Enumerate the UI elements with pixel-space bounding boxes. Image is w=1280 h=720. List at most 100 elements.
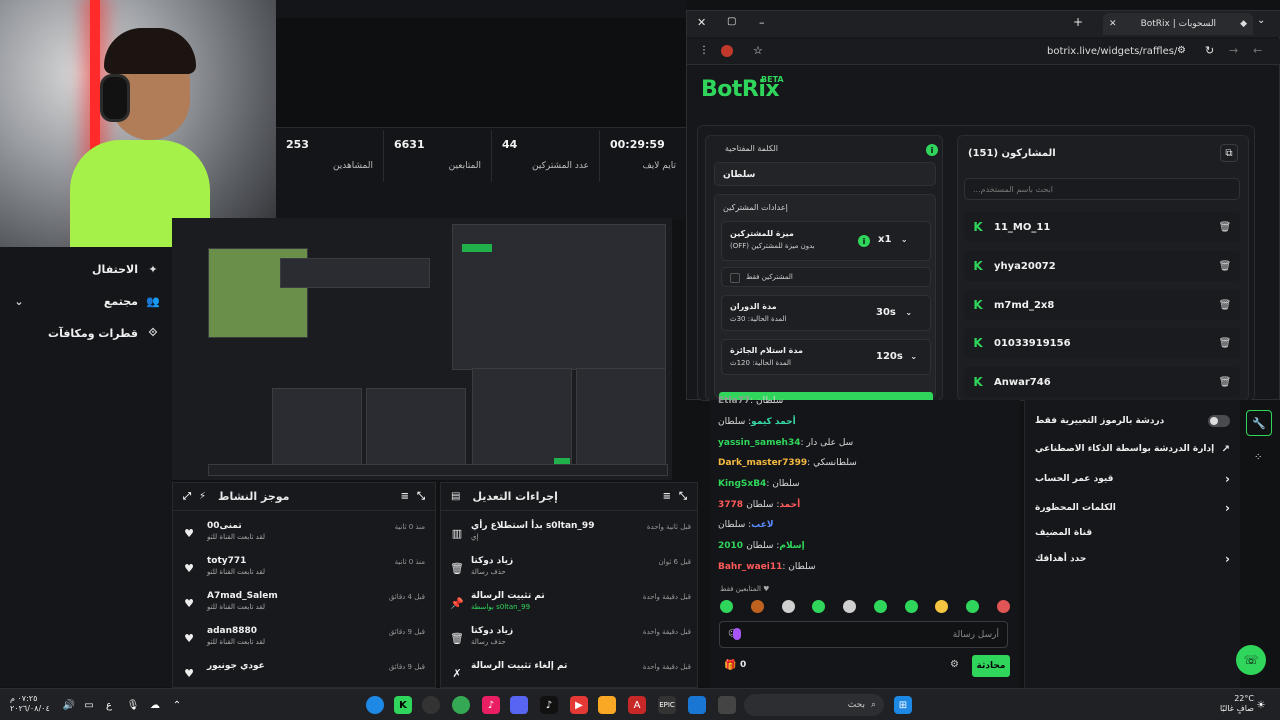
toggle-emote-only[interactable] — [1208, 415, 1230, 427]
maximize-icon[interactable]: ▢ — [727, 16, 736, 27]
taskbar-search[interactable]: بحث ⌕ — [744, 694, 884, 716]
chat-username[interactable]: Dark_master7399 — [718, 458, 807, 468]
tab-close-icon[interactable]: ✕ — [1109, 19, 1117, 29]
expand-icon[interactable]: ⤡ — [417, 491, 425, 502]
chat-username[interactable]: لاعب — [751, 520, 773, 530]
kick-app-icon[interactable]: K — [394, 696, 412, 714]
nav-item-drops[interactable]: قطرات ومكافآت ⟐ — [0, 319, 172, 347]
trash-icon[interactable]: 🗑 — [1218, 220, 1232, 234]
url-text[interactable]: botrix.live/widgets/raffles/ — [1047, 46, 1177, 57]
support-chat-button[interactable]: ☏ — [1236, 645, 1266, 675]
preview-settings — [576, 368, 666, 468]
new-tab-icon[interactable]: + — [1073, 15, 1083, 29]
volume-icon[interactable]: 🔊 — [60, 696, 78, 714]
stat-live-time: 00:29:59 تايم لايف — [600, 130, 686, 182]
emote-icon[interactable] — [996, 600, 1010, 613]
discord-icon[interactable] — [510, 696, 528, 714]
emote-icon[interactable] — [904, 600, 918, 613]
webcam-overlay — [0, 0, 276, 247]
setting-goals[interactable]: حدد أهدافك › — [1035, 548, 1230, 570]
subs-only-row[interactable]: المشتركين فقط — [721, 267, 931, 287]
filter-icon[interactable]: ≡ — [401, 491, 409, 502]
kebab-menu-icon[interactable]: ⋮ — [699, 45, 709, 56]
adobe-icon[interactable]: A — [628, 696, 646, 714]
keyword-input[interactable]: سلطان — [714, 162, 936, 186]
epic-games-icon[interactable]: EPIC — [658, 696, 676, 714]
sub-bonus-select[interactable]: x1 ⌄ — [878, 234, 908, 245]
setting-ai-moderation[interactable]: إدارة الدردشة بواسطة الذكاء الاصطناعي ↗ — [1035, 438, 1230, 460]
emote-icon[interactable] — [966, 600, 980, 613]
file-explorer-icon[interactable] — [598, 696, 616, 714]
trash-icon[interactable]: 🗑 — [1218, 259, 1232, 273]
tiktok-icon[interactable]: ♪ — [540, 696, 558, 714]
trash-icon[interactable]: 🗑 — [1218, 298, 1232, 312]
chat-input[interactable]: أرسل رسالة ☺ — [719, 621, 1008, 648]
chat-username[interactable]: Bahr_waei11 — [718, 562, 782, 572]
wrench-icon[interactable]: 🔧 — [1246, 410, 1272, 436]
trash-icon[interactable]: 🗑 — [1218, 336, 1232, 350]
chrome-icon[interactable] — [452, 696, 470, 714]
trash-icon: 🗑 — [450, 631, 464, 645]
info-icon[interactable]: i — [858, 235, 870, 247]
send-chat-button[interactable]: محادثة — [972, 655, 1010, 677]
filter-icon[interactable]: ≡ — [663, 491, 671, 502]
youtube-icon[interactable]: ▶ — [570, 696, 588, 714]
external-link-icon[interactable]: ↗ — [1222, 444, 1230, 455]
nav-item-celebration[interactable]: الاحتفال ✦ — [0, 255, 172, 283]
forward-icon[interactable]: → — [1229, 44, 1238, 57]
site-settings-icon[interactable]: ⚙ — [1177, 45, 1186, 56]
claim-select[interactable]: 120s ⌄ — [876, 351, 917, 362]
gift-icon[interactable]: 🎁 — [724, 660, 736, 671]
emote-icon[interactable] — [873, 600, 887, 613]
reload-icon[interactable]: ↻ — [1205, 44, 1214, 57]
back-icon[interactable]: ← — [1253, 44, 1262, 57]
activity-item: ♥ 0تمنى0 لقد تابعت القناة للتو منذ 0 ثان… — [173, 517, 435, 552]
setting-banned-words[interactable]: الكلمات المحظورة › — [1035, 497, 1230, 519]
subs-only-checkbox[interactable] — [730, 273, 740, 283]
emote-icon[interactable] — [750, 600, 764, 613]
chat-username[interactable]: KingSxB4 — [718, 479, 766, 489]
chat-message: 2010 إسلام: سلطان — [718, 541, 805, 551]
setting-account-age[interactable]: قيود عمر الحساب › — [1035, 468, 1230, 490]
store-icon[interactable] — [688, 696, 706, 714]
setting-emote-only[interactable]: دردشة بالرموز التعبيرية فقط — [1035, 410, 1230, 432]
steering-app-icon[interactable] — [422, 696, 440, 714]
chat-settings-icon[interactable]: ⚙ — [950, 659, 959, 670]
taskbar-weather[interactable]: 22°C صافٍ غالبًا — [1220, 694, 1254, 714]
tab-botrix[interactable]: ✕ BotRix | السحوبات ◆ — [1103, 13, 1253, 35]
setting-host-channel[interactable]: قناة المضيف — [1035, 522, 1230, 544]
tab-menu-icon[interactable]: ⌄ — [1257, 15, 1265, 26]
copy-icon[interactable]: ⧉ — [1220, 144, 1238, 162]
cloud-icon[interactable]: ☁ — [146, 696, 164, 714]
minimize-icon[interactable]: – — [759, 16, 765, 29]
close-icon[interactable]: ✕ — [697, 16, 706, 29]
expand-icon[interactable]: ⤡ — [679, 491, 687, 502]
bookmark-star-icon[interactable]: ☆ — [753, 44, 763, 57]
emote-icon[interactable] — [935, 600, 949, 613]
participant-search-input[interactable]: ابحث باسم المستخدم... — [964, 178, 1240, 200]
popout-icon[interactable]: ⤢ — [183, 491, 191, 502]
taskbar-clock[interactable]: ٠٧:٢٥ م ٢٠٢٦/٠٨/٠٤ — [10, 694, 50, 714]
terminal-icon[interactable] — [718, 696, 736, 714]
emote-icon[interactable] — [781, 600, 795, 613]
chat-username[interactable]: أحمد كيمو — [751, 417, 796, 427]
emote-icon[interactable] — [812, 600, 826, 613]
duration-select[interactable]: 30s ⌄ — [876, 307, 912, 318]
chat-username[interactable]: yassin_sameh34 — [718, 438, 801, 448]
nav-item-community[interactable]: ⌄ مجتمع 👥 — [0, 287, 172, 315]
emote-icon[interactable] — [720, 600, 733, 613]
extension-icon[interactable] — [721, 45, 733, 57]
users-icon[interactable]: ⁘ — [1254, 452, 1262, 463]
emote-icon[interactable] — [843, 600, 857, 613]
chat-username[interactable]: Etla77 — [718, 396, 750, 406]
tray-chevron-icon[interactable]: ⌃ — [168, 696, 186, 714]
windows-start-icon[interactable]: ⊞ — [894, 696, 912, 714]
info-icon[interactable]: i — [926, 144, 938, 156]
edge-icon[interactable] — [366, 696, 384, 714]
trash-icon[interactable]: 🗑 — [1218, 375, 1232, 389]
tiktok-live-icon[interactable]: ♪ — [482, 696, 500, 714]
language-icon[interactable]: ع — [100, 696, 118, 714]
mic-icon[interactable]: 🎙 — [124, 696, 142, 714]
display-icon[interactable]: ▭ — [80, 696, 98, 714]
microphone-icon[interactable] — [733, 628, 741, 640]
